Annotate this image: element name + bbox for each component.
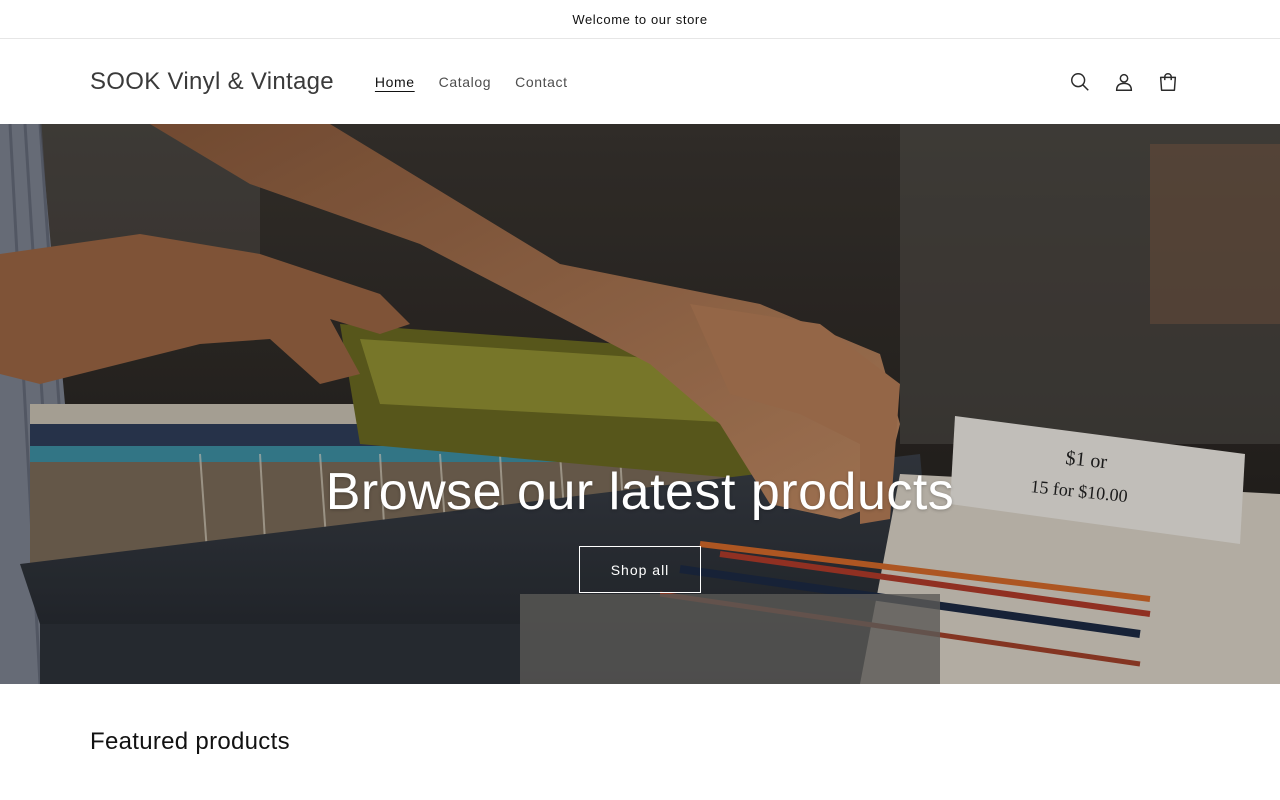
featured-title: Featured products xyxy=(90,728,290,755)
featured-section: Featured products xyxy=(0,684,1280,756)
hero-content: Browse our latest products Shop all xyxy=(0,462,1280,593)
cart-button[interactable] xyxy=(1146,60,1190,104)
store-logo[interactable]: SOOK Vinyl & Vintage xyxy=(90,68,334,96)
hero-overlay xyxy=(0,124,1280,684)
site-header: SOOK Vinyl & Vintage Home Catalog Contac… xyxy=(0,39,1280,124)
cart-icon xyxy=(1159,72,1177,91)
announcement-bar: Welcome to our store xyxy=(0,0,1280,39)
announcement-text: Welcome to our store xyxy=(572,11,708,27)
nav-catalog[interactable]: Catalog xyxy=(427,74,503,90)
nav-contact[interactable]: Contact xyxy=(503,74,579,90)
header-icons xyxy=(1058,60,1190,104)
hero-title: Browse our latest products xyxy=(325,463,955,521)
search-button[interactable] xyxy=(1058,60,1102,104)
search-icon xyxy=(1071,72,1089,91)
account-icon xyxy=(1115,73,1133,91)
shop-all-button[interactable]: Shop all xyxy=(579,546,701,593)
hero-banner: $1 or 15 for $10.00 Browse our latest pr… xyxy=(0,124,1280,684)
account-button[interactable] xyxy=(1102,60,1146,104)
main-nav: Home Catalog Contact xyxy=(363,74,580,90)
nav-home[interactable]: Home xyxy=(363,74,427,90)
